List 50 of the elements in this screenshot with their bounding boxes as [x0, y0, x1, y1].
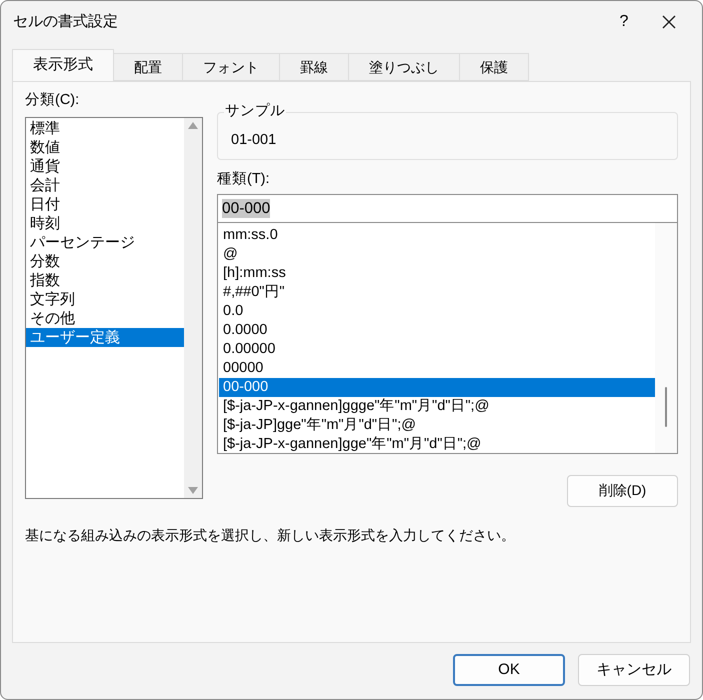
list-item[interactable]: mm:ss.0 — [219, 226, 655, 245]
list-item[interactable]: 00000 — [219, 358, 655, 378]
list-item[interactable]: [$-ja-JP-x-gannen]ggge"年"m"月"d"日";@ — [219, 396, 655, 416]
scroll-thumb[interactable] — [665, 386, 667, 427]
list-item[interactable]: 0.0 — [219, 302, 655, 321]
list-item[interactable]: 数値 — [26, 138, 184, 157]
sample-value: 01-001 — [231, 131, 276, 150]
tab[interactable]: 表示形式 — [12, 49, 114, 81]
list-item[interactable]: パーセンテージ — [26, 232, 184, 252]
scrollbar[interactable] — [184, 118, 202, 498]
tab[interactable]: フォント — [182, 53, 280, 81]
tab[interactable]: 罫線 — [279, 53, 349, 81]
category-label: 分類(C): — [25, 91, 80, 110]
ok-button[interactable]: OK — [453, 654, 565, 686]
list-item[interactable]: 00-000 — [219, 378, 655, 397]
list-item[interactable]: 標準 — [26, 118, 184, 138]
type-label: 種類(T): — [217, 170, 271, 189]
list-item[interactable]: ユーザー定義 — [26, 328, 184, 347]
format-list[interactable]: mm:ss.0 @ [h]:mm:ss #,##0"円" 0.0 0.0000 0.00000 00000 00-000 [$-ja-JP-x-gannen]ggge"年"m"月"d"日";@ [$-ja-JP]gge"年"m"月"d"日";@ [$-ja-JP-x-gannen]gge"年"m"月"d"日";@ — [217, 222, 678, 454]
cancel-button[interactable]: キャンセル — [578, 654, 690, 686]
input-value: 00-000 — [222, 198, 270, 218]
list-item[interactable]: 時刻 — [26, 214, 184, 233]
scroll-up-icon[interactable] — [188, 122, 198, 129]
list-item[interactable]: その他 — [26, 308, 184, 328]
delete-button[interactable]: 削除(D) — [567, 474, 678, 507]
list-item[interactable]: 指数 — [26, 270, 184, 290]
list-item[interactable]: 0.00000 — [219, 340, 655, 359]
help-button[interactable]: ? — [604, 7, 644, 37]
list-item[interactable]: 日付 — [26, 194, 184, 214]
list-item[interactable]: 通貨 — [26, 156, 184, 176]
list-item[interactable]: @ — [219, 244, 655, 264]
list-item[interactable]: [h]:mm:ss — [219, 264, 655, 283]
window-title: セルの書式設定 — [13, 12, 118, 32]
tab[interactable]: 塗りつぶし — [348, 53, 460, 81]
type-input[interactable]: 00-000 — [217, 194, 678, 223]
scrollbar[interactable] — [655, 222, 677, 453]
sample-label: サンプル — [224, 102, 286, 120]
list-item[interactable]: 会計 — [26, 176, 184, 195]
tab[interactable]: 配置 — [113, 53, 183, 81]
list-item[interactable]: [$-ja-JP-x-gannen]gge"年"m"月"d"日";@ — [219, 434, 655, 453]
tab[interactable]: 保護 — [459, 53, 529, 81]
list-item[interactable]: 0.0000 — [219, 320, 655, 340]
scroll-down-icon[interactable] — [188, 486, 198, 494]
list-item[interactable]: #,##0"円" — [219, 282, 655, 302]
category-list[interactable]: 標準 数値 通貨 会計 日付 時刻 パーセンテージ 分数 指数 文字列 その他 ユーザー定義 — [25, 116, 203, 499]
description-text: 基になる組み込みの表示形式を選択し、新しい表示形式を入力してください。 — [25, 526, 516, 545]
close-icon — [661, 14, 677, 30]
list-item[interactable]: 分数 — [26, 252, 184, 271]
list-item[interactable]: 文字列 — [26, 290, 184, 309]
list-item[interactable]: [$-ja-JP]gge"年"m"月"d"日";@ — [219, 416, 655, 435]
